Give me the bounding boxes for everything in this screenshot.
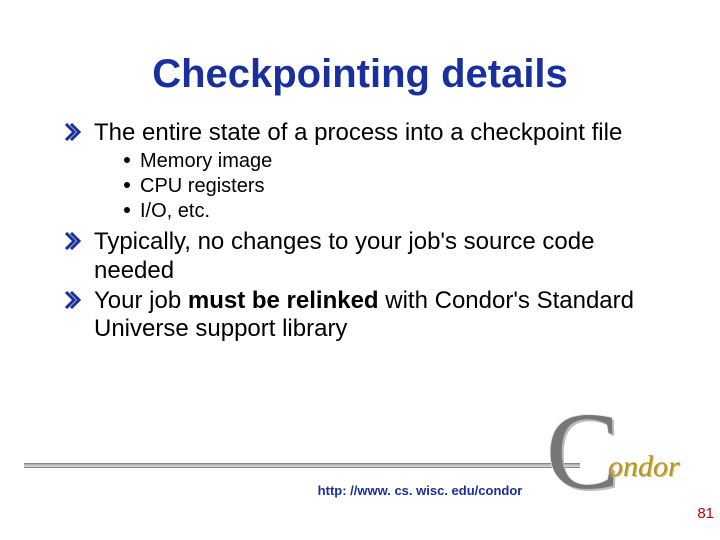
page-number: 81 (697, 505, 714, 522)
subbullet-2: CPU registers (140, 174, 640, 199)
chevron-icon (64, 291, 82, 309)
bullet-3: Your job must be relinked with Condor's … (94, 287, 640, 344)
bullet-3-pre: Your job (94, 287, 188, 314)
slide-content: The entire state of a process into a che… (60, 119, 660, 344)
slide-title: Checkpointing details (60, 52, 660, 97)
subbullet-3: I/O, etc. (140, 199, 640, 224)
subbullet-1-text: Memory image (140, 150, 272, 172)
footer-divider (24, 463, 580, 468)
bullet-dot-icon (124, 157, 130, 163)
bullet-1: The entire state of a process into a che… (94, 119, 640, 147)
bullet-1-text: The entire state of a process into a che… (94, 119, 622, 146)
chevron-icon (64, 123, 82, 141)
chevron-icon (64, 232, 82, 250)
bullet-1-sublist: Memory image CPU registers I/O, etc. (94, 149, 640, 224)
subbullet-2-text: CPU registers (140, 175, 264, 197)
subbullet-3-text: I/O, etc. (140, 200, 210, 222)
condor-logo: C ondor (546, 404, 706, 514)
subbullet-1: Memory image (140, 149, 640, 174)
bullet-3-bold: must be relinked (188, 287, 379, 314)
bullet-2-text: Typically, no changes to your job's sour… (94, 228, 594, 283)
bullet-dot-icon (124, 182, 130, 188)
logo-rest: ondor (608, 450, 680, 484)
slide: Checkpointing details The entire state o… (0, 0, 720, 540)
bullet-dot-icon (124, 207, 130, 213)
bullet-2: Typically, no changes to your job's sour… (94, 228, 640, 285)
